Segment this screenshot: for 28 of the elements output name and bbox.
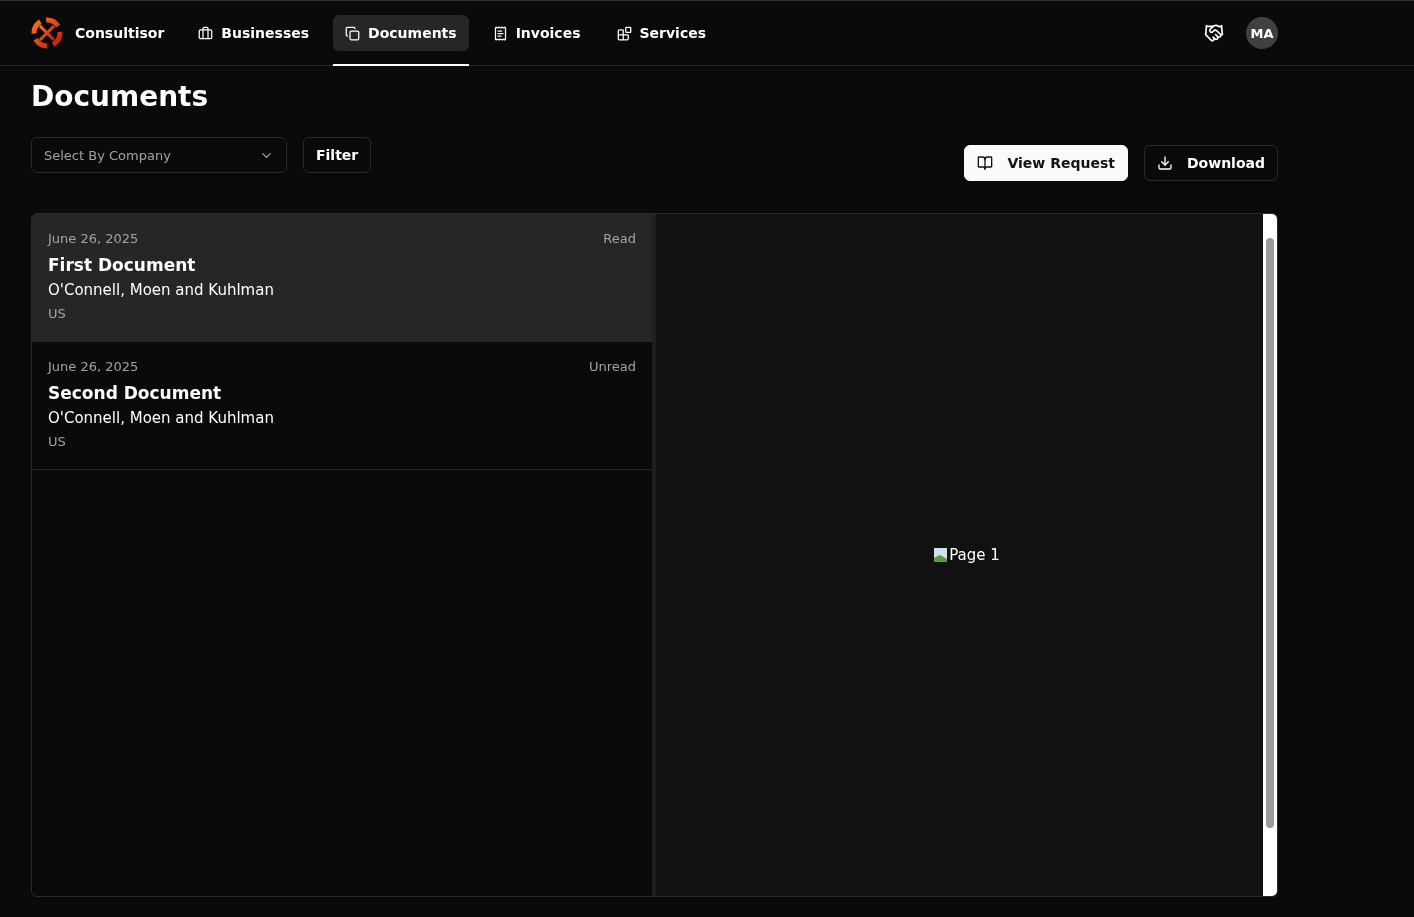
broken-image-text: Page 1 <box>933 546 1000 564</box>
user-avatar[interactable]: MA <box>1246 17 1278 49</box>
document-title: First Document <box>48 255 197 275</box>
document-date: June 26, 2025 <box>48 231 139 246</box>
copy-icon <box>345 25 361 41</box>
company-name: O'Connell, Moen and Kuhlman <box>48 409 275 427</box>
document-title: Second Document <box>48 383 223 403</box>
brand-name: Consultisor <box>75 25 165 41</box>
page-title: Documents <box>31 80 210 113</box>
document-date: June 26, 2025 <box>48 359 139 374</box>
country-code: US <box>48 306 66 321</box>
broken-image-icon <box>933 547 950 563</box>
read-status: Unread <box>588 359 636 374</box>
book-icon <box>977 155 994 171</box>
view-request-button[interactable]: View Request <box>964 145 1128 181</box>
download-icon <box>1156 155 1173 171</box>
logo-icon <box>31 17 63 49</box>
read-status: Read <box>603 231 636 246</box>
document-item[interactable]: June 26, 2025 Read First Document O'Connell, Moen and Kuhlman US <box>32 214 652 342</box>
briefcase-icon <box>198 25 214 41</box>
blocks-icon <box>616 25 632 41</box>
company-name: O'Connell, Moen and Kuhlman <box>48 281 275 299</box>
handshake-icon[interactable] <box>1204 23 1224 43</box>
receipt-icon <box>492 25 508 41</box>
download-button[interactable]: Download <box>1143 145 1278 181</box>
country-code: US <box>48 434 66 449</box>
filter-button[interactable]: Filter <box>303 137 372 173</box>
company-select[interactable]: Select By Company <box>31 137 287 173</box>
